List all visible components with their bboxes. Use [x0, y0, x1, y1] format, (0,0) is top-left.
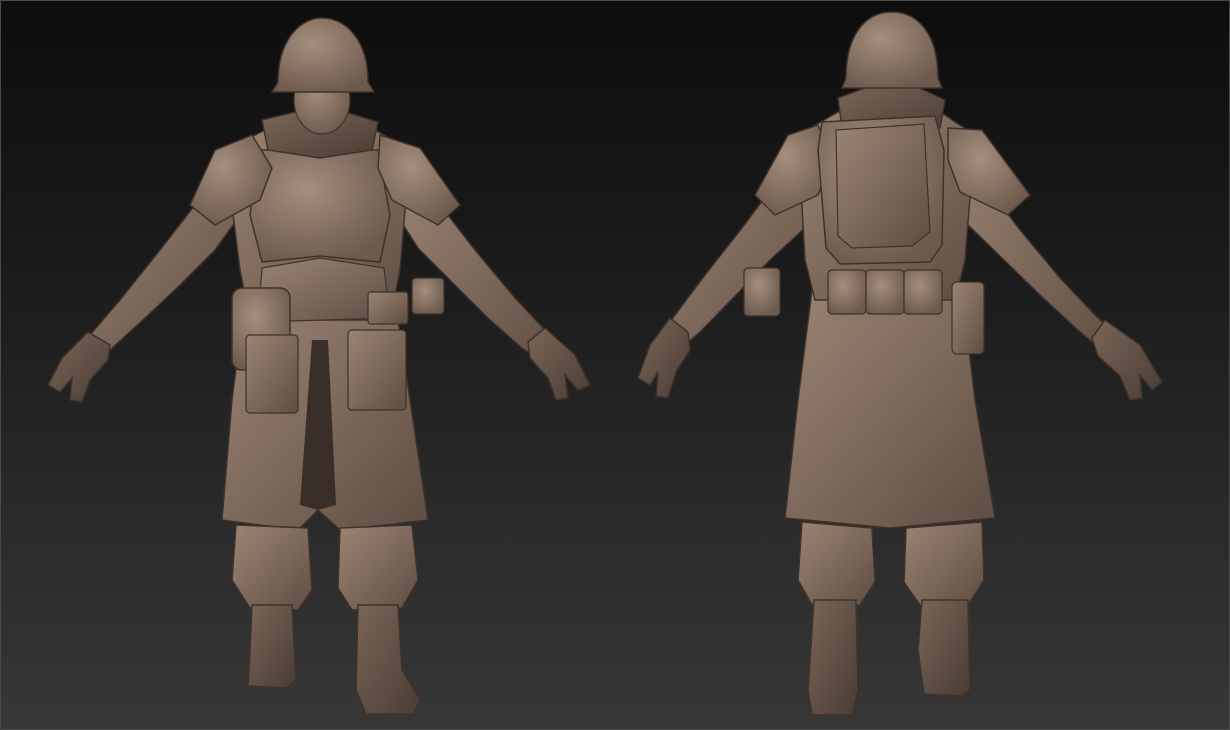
front-ammo-pouch	[367, 291, 409, 325]
back-view	[637, 11, 1163, 716]
front-right-pant	[337, 524, 419, 611]
front-left-glove	[47, 331, 111, 403]
back-left-pant	[797, 521, 876, 606]
back-side-pouch-right	[951, 281, 985, 355]
back-right-boot	[917, 599, 971, 697]
back-pouch-3	[903, 269, 943, 315]
back-left-boot	[807, 599, 859, 716]
back-side-pouch-left	[743, 267, 781, 317]
back-right-pant	[903, 521, 985, 606]
scene-canvas	[47, 11, 1163, 716]
back-helmet	[840, 11, 944, 89]
front-left-boot	[247, 604, 297, 689]
front-left-pant	[231, 524, 313, 611]
front-right-glove	[527, 327, 592, 401]
front-helmet	[270, 17, 376, 93]
front-belt-pouch	[411, 277, 445, 315]
front-view	[47, 17, 592, 715]
back-backpack-flap	[835, 123, 931, 249]
back-pouch-2	[865, 269, 905, 315]
front-right-pocket	[347, 329, 407, 411]
front-left-pocket	[245, 334, 299, 414]
back-left-glove	[637, 316, 691, 399]
front-right-boot	[355, 604, 421, 715]
back-pouch-1	[827, 269, 867, 315]
back-right-glove	[1091, 318, 1163, 401]
sculpt-viewport[interactable]	[0, 0, 1230, 730]
